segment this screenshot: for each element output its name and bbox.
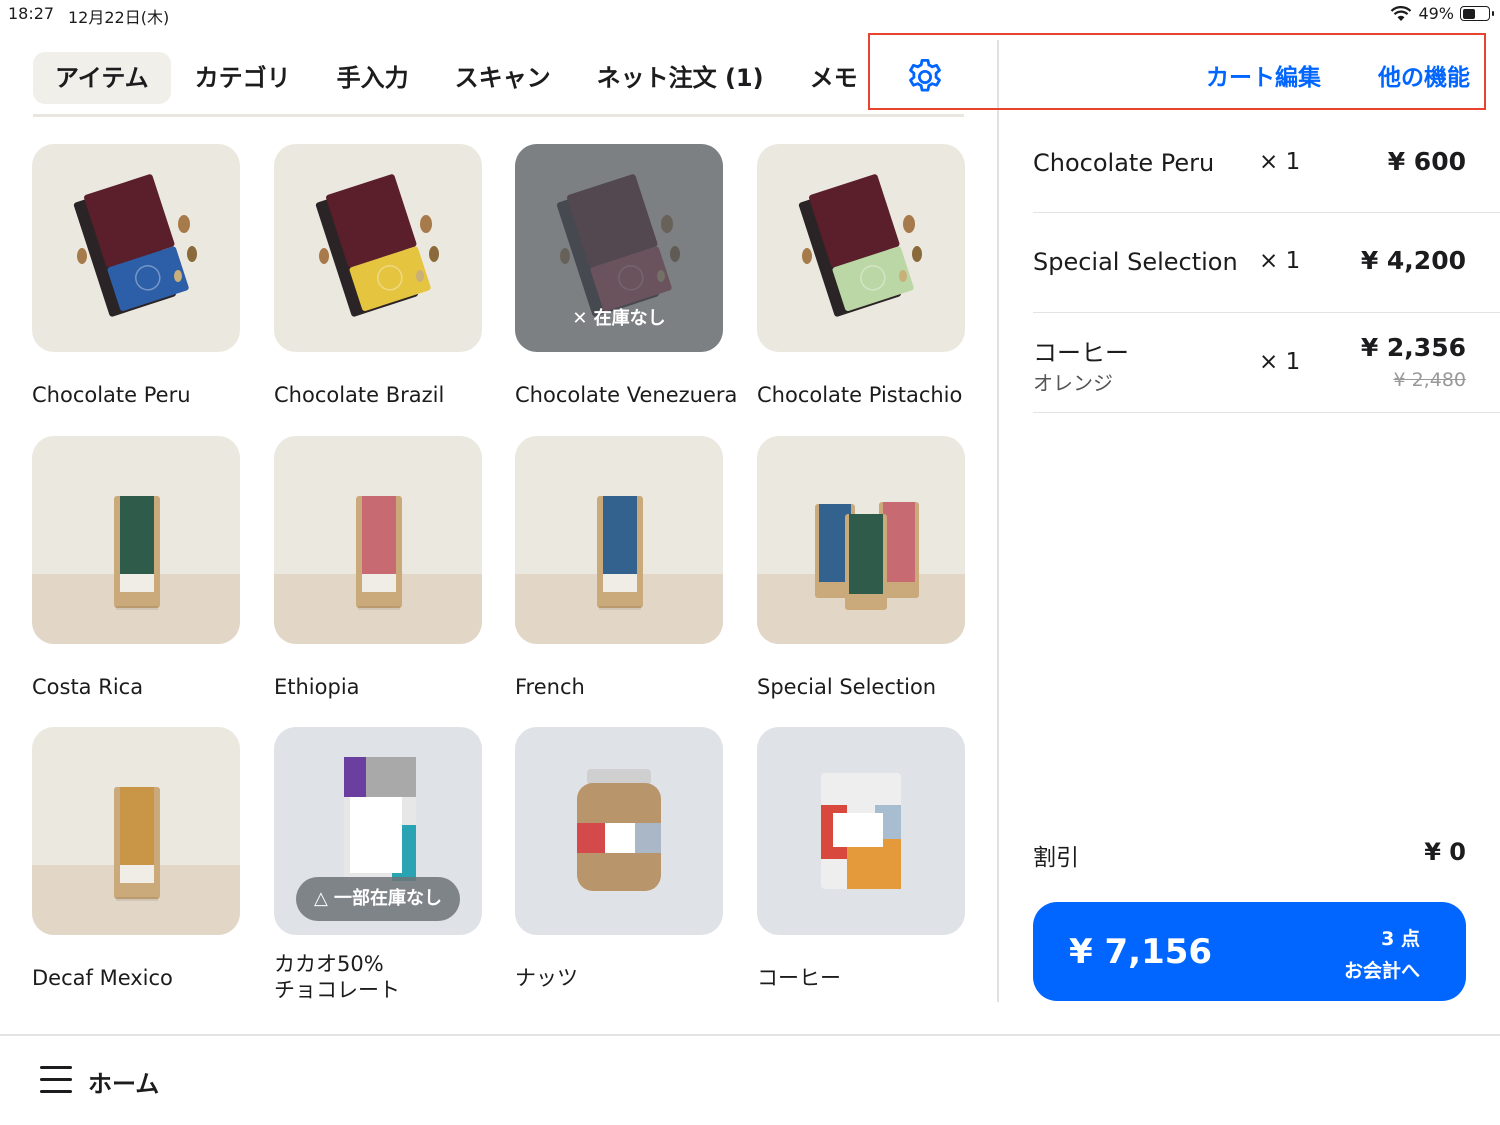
item-card[interactable]: コーヒー bbox=[757, 727, 965, 990]
item-card[interactable]: Chocolate Pistachio bbox=[757, 144, 965, 407]
item-name: カカオ50% bbox=[274, 952, 384, 976]
item-name: Chocolate Brazil bbox=[274, 383, 445, 407]
hamburger-menu-icon[interactable] bbox=[40, 1066, 72, 1094]
bottom-divider bbox=[0, 1034, 1500, 1036]
discount-label: 割引 bbox=[1033, 845, 1079, 871]
coffee-bag-pink-image bbox=[274, 436, 482, 644]
coffee-pouch-image bbox=[757, 727, 965, 935]
cart-line-variant: オレンジ bbox=[1033, 371, 1113, 395]
item-name: ナッツ bbox=[515, 966, 578, 990]
cart-line[interactable]: コーヒーオレンジ × 1 ¥ 2,356 ¥ 2,480 bbox=[1033, 313, 1500, 413]
item-card[interactable]: Costa Rica bbox=[32, 436, 240, 699]
tab-4[interactable]: ネット注文 (1) bbox=[575, 52, 786, 104]
item-card[interactable]: Chocolate Brazil bbox=[274, 144, 482, 407]
other-functions-button[interactable]: 他の機能 bbox=[1378, 58, 1470, 92]
cart-line-price: ¥ 600 bbox=[1387, 147, 1466, 176]
battery-fill bbox=[1462, 8, 1475, 19]
coffee-bag-blue-image bbox=[515, 436, 723, 644]
cart-line[interactable]: Chocolate Peru × 1 ¥ 600 bbox=[1033, 115, 1500, 213]
out-of-stock-text: 在庫なし bbox=[593, 308, 666, 329]
cart-line-qty: × 1 bbox=[1259, 349, 1301, 375]
discount-value: ¥ 0 bbox=[1424, 838, 1466, 866]
tab-1[interactable]: カテゴリ bbox=[173, 52, 313, 104]
category-tabs: アイテム カテゴリ 手入力 スキャン ネット注文 (1) メモ bbox=[33, 52, 882, 104]
partial-stock-text: 一部在庫なし bbox=[334, 888, 443, 909]
chocolate-bar-red-image: ✕ 在庫なし bbox=[515, 144, 723, 352]
item-name: Special Selection bbox=[757, 675, 937, 699]
item-card[interactable]: ナッツ bbox=[515, 727, 723, 990]
item-name: Decaf Mexico bbox=[32, 966, 173, 990]
checkout-label: お会計へ bbox=[1343, 960, 1420, 982]
checkout-button[interactable]: ¥ 7,156 3 点 お会計へ bbox=[1033, 902, 1466, 1001]
coffee-bag-green-image bbox=[32, 436, 240, 644]
cart-line-name: Chocolate Peru bbox=[1033, 149, 1215, 177]
item-name: Chocolate Peru bbox=[32, 383, 191, 407]
coffee-bag-orange-image bbox=[32, 727, 240, 935]
coffee-bags-trio-image bbox=[757, 436, 965, 644]
item-name: Costa Rica bbox=[32, 675, 144, 699]
item-card[interactable]: French bbox=[515, 436, 723, 699]
checkout-total: ¥ 7,156 bbox=[1069, 932, 1213, 972]
checkout-item-count: 3 点 bbox=[1381, 928, 1420, 950]
item-card[interactable]: △ 一部在庫なしカカオ50% チョコレート bbox=[274, 727, 482, 1002]
tab-2[interactable]: 手入力 bbox=[315, 52, 431, 104]
panel-divider bbox=[997, 40, 999, 1002]
cart-line-qty: × 1 bbox=[1259, 149, 1301, 175]
tab-5[interactable]: メモ bbox=[788, 52, 880, 104]
cart-line[interactable]: Special Selection × 1 ¥ 4,200 bbox=[1033, 214, 1500, 313]
item-name: Chocolate Pistachio bbox=[757, 383, 963, 407]
tab-3[interactable]: スキャン bbox=[433, 52, 573, 104]
item-card[interactable]: ✕ 在庫なし Chocolate Venezuera bbox=[515, 144, 737, 407]
cart-line-original-price: ¥ 2,480 bbox=[1393, 369, 1466, 391]
item-card[interactable]: Ethiopia bbox=[274, 436, 482, 699]
item-name: French bbox=[515, 675, 585, 699]
status-time: 18:27 bbox=[8, 4, 55, 23]
chocolate-bar-green-image bbox=[757, 144, 965, 352]
warning-icon: △ bbox=[313, 888, 335, 909]
status-right: 49% bbox=[1390, 4, 1494, 23]
tabs-underline bbox=[33, 114, 964, 117]
item-card[interactable]: Chocolate Peru bbox=[32, 144, 240, 407]
item-card[interactable]: Decaf Mexico bbox=[32, 727, 240, 990]
cart-line-name: コーヒー bbox=[1033, 339, 1129, 367]
item-card[interactable]: Special Selection bbox=[757, 436, 965, 699]
item-name: Chocolate Venezuera bbox=[515, 383, 738, 407]
battery-icon bbox=[1460, 6, 1494, 21]
nut-jar-image bbox=[515, 727, 723, 935]
cart-edit-button[interactable]: カート編集 bbox=[1206, 58, 1321, 92]
cart-line-price: ¥ 2,356 bbox=[1360, 333, 1466, 362]
gear-icon[interactable] bbox=[904, 56, 946, 98]
close-icon: ✕ bbox=[572, 308, 594, 329]
battery-percent: 49% bbox=[1418, 4, 1454, 23]
item-name: Ethiopia bbox=[274, 675, 360, 699]
out-of-stock-label: ✕ 在庫なし bbox=[515, 304, 723, 330]
chocolate-bar-blue-image bbox=[32, 144, 240, 352]
partial-stock-badge: △ 一部在庫なし bbox=[296, 877, 460, 921]
home-label[interactable]: ホーム bbox=[88, 1064, 159, 1099]
chocolate-bar-yellow-image bbox=[274, 144, 482, 352]
status-date: 12月22日(木) bbox=[68, 8, 170, 27]
cart-line-name: Special Selection bbox=[1033, 248, 1238, 276]
item-name: コーヒー bbox=[757, 966, 841, 990]
status-bar: 18:27 12月22日(木) 49% bbox=[0, 0, 1500, 30]
item-name-line2: チョコレート bbox=[274, 978, 400, 1002]
tab-0[interactable]: アイテム bbox=[33, 52, 171, 104]
cart-line-qty: × 1 bbox=[1259, 248, 1301, 274]
chocolate-package-image: △ 一部在庫なし bbox=[274, 727, 482, 935]
wifi-icon bbox=[1391, 5, 1412, 21]
cart-line-price: ¥ 4,200 bbox=[1360, 246, 1466, 275]
